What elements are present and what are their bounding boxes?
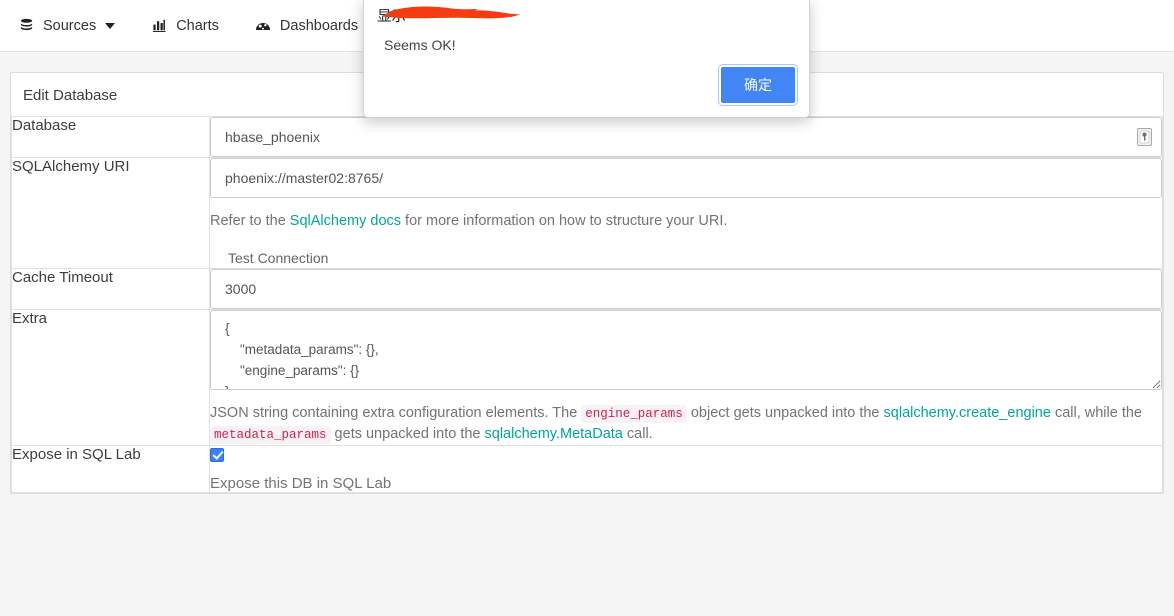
expose-sql-lab-label: Expose in SQL Lab — [11, 445, 210, 494]
engine-params-code: engine_params — [581, 405, 687, 424]
dialog-title-suffix: 显示 — [377, 9, 406, 25]
help-prefix: Refer to the — [210, 213, 290, 229]
extra-label: Extra — [11, 309, 210, 447]
dashboard-gauge-icon — [255, 18, 271, 34]
extra-help-part5: call. — [622, 426, 653, 443]
expose-sql-lab-checkbox[interactable] — [210, 448, 224, 463]
help-suffix: for more information on how to structure… — [401, 213, 728, 229]
database-input-wrap — [210, 117, 1162, 157]
database-input[interactable] — [210, 117, 1162, 157]
form-row-cache-timeout: Cache Timeout — [11, 268, 1163, 311]
extra-help-part4: gets unpacked into the — [330, 426, 485, 443]
metadata-params-code: metadata_params — [210, 426, 331, 445]
database-field-cell — [209, 116, 1163, 158]
expose-sql-lab-help: Expose this DB in SQL Lab — [210, 475, 392, 493]
nav-item-dashboards[interactable]: Dashboards — [255, 0, 372, 52]
nav-item-charts-label: Charts — [176, 17, 219, 34]
sqlalchemy-uri-help: Refer to the SqlAlchemy docs for more in… — [210, 211, 1162, 232]
database-label: Database — [11, 116, 210, 158]
chevron-down-icon[interactable] — [105, 22, 116, 29]
password-manager-icon[interactable] — [1137, 128, 1152, 146]
nav-item-sources[interactable]: Sources — [18, 0, 129, 52]
form-row-database: Database — [11, 116, 1163, 158]
expose-sql-lab-field-cell: Expose this DB in SQL Lab — [209, 445, 1163, 494]
cache-timeout-label: Cache Timeout — [11, 268, 210, 311]
sqlalchemy-docs-link[interactable]: SqlAlchemy docs — [290, 213, 401, 229]
form-row-expose-sql-lab: Expose in SQL Lab Expose this DB in SQL … — [11, 445, 1163, 494]
sqlalchemy-uri-label: SQLAlchemy URI — [11, 156, 210, 270]
bar-chart-icon — [151, 18, 167, 34]
dialog-footer: 确定 — [718, 64, 798, 106]
extra-help-part3: call, while the — [1050, 405, 1142, 422]
cache-timeout-input[interactable] — [210, 269, 1162, 310]
extra-field-cell: { "metadata_params": {}, "engine_params"… — [209, 309, 1163, 447]
sqlalchemy-uri-input[interactable] — [210, 158, 1162, 198]
extra-textarea[interactable]: { "metadata_params": {}, "engine_params"… — [210, 310, 1162, 391]
sqlalchemy-uri-field-cell: Refer to the SqlAlchemy docs for more in… — [209, 156, 1163, 270]
test-connection-button[interactable]: Test Connection — [228, 250, 328, 266]
form-row-extra: Extra { "metadata_params": {}, "engine_p… — [11, 309, 1163, 447]
database-stack-icon — [18, 18, 34, 34]
nav-item-charts[interactable]: Charts — [151, 0, 233, 52]
create-engine-link[interactable]: sqlalchemy.create_engine — [884, 405, 1051, 421]
dialog-ok-button[interactable]: 确定 — [718, 64, 798, 106]
cache-timeout-field-cell — [209, 268, 1163, 311]
extra-help: JSON string containing extra configurati… — [210, 403, 1162, 445]
form-row-sqlalchemy-uri: SQLAlchemy URI Refer to the SqlAlchemy d… — [11, 156, 1163, 270]
edit-database-form: Database hbase_phoenix SQLAlchemy URI ph… — [11, 116, 1163, 494]
dialog-message: Seems OK! — [384, 37, 456, 53]
extra-help-part1: JSON string containing extra configurati… — [210, 405, 582, 422]
nav-item-sources-label: Sources — [43, 17, 97, 34]
edit-database-panel: Edit Database Database hbase_phoenix SQL… — [10, 72, 1164, 495]
metadata-link[interactable]: sqlalchemy.MetaData — [485, 426, 623, 442]
dialog-title: 显示 — [364, 0, 809, 29]
browser-alert-dialog: 显示 Seems OK! 确定 — [363, 0, 810, 118]
extra-help-part2: object gets unpacked into the — [686, 405, 884, 422]
nav-item-dashboards-label: Dashboards — [279, 17, 359, 34]
